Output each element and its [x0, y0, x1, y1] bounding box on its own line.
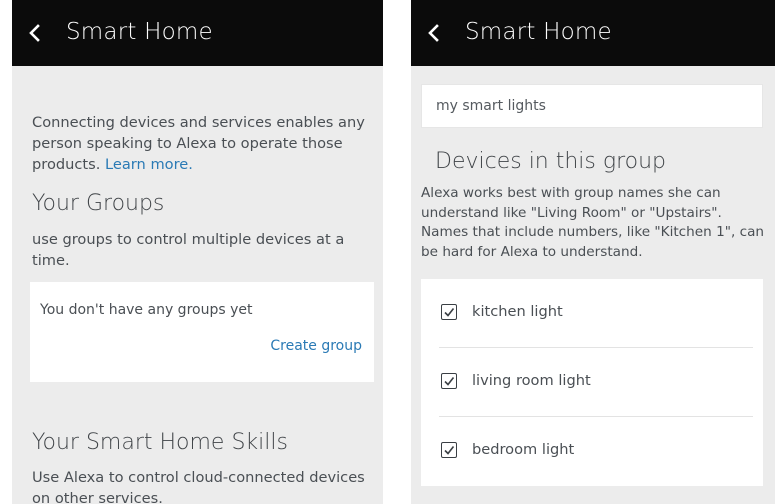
learn-more-link[interactable]: Learn more. [105, 156, 193, 173]
smart-home-screen: Smart Home Connecting devices and servic… [12, 0, 383, 504]
page-title: Smart Home [66, 19, 213, 45]
device-label: living room light [472, 372, 591, 389]
device-row[interactable]: kitchen light [421, 279, 763, 348]
app-bar: Smart Home [411, 0, 775, 66]
back-button[interactable] [18, 13, 56, 53]
devices-description: Alexa works best with group names she ca… [421, 185, 765, 260]
edit-group-screen: Smart Home Devices in this group Alexa w… [411, 0, 775, 504]
device-row[interactable]: bedroom light [421, 417, 763, 486]
device-checkbox[interactable] [441, 373, 457, 389]
skills-description: Use Alexa to control cloud-connected dev… [32, 469, 365, 504]
device-row[interactable]: living room light [421, 348, 763, 417]
intro-text: Connecting devices and services enables … [32, 114, 365, 173]
group-name-input[interactable] [421, 84, 763, 128]
device-label: kitchen light [472, 303, 563, 320]
groups-heading: Your Groups [32, 191, 165, 216]
groups-empty-card: You don't have any groups yet Create gro… [30, 282, 374, 382]
chevron-left-icon [29, 24, 40, 42]
checkmark-icon [444, 377, 455, 386]
create-group-link[interactable]: Create group [270, 338, 362, 354]
app-bar: Smart Home [12, 0, 383, 66]
page-title: Smart Home [465, 19, 612, 45]
checkmark-icon [444, 308, 455, 317]
intro-paragraph: Connecting devices and services enables … [32, 112, 372, 175]
chevron-left-icon [428, 24, 439, 42]
groups-description: use groups to control multiple devices a… [32, 231, 345, 269]
devices-heading: Devices in this group [435, 149, 667, 174]
device-label: bedroom light [472, 441, 575, 458]
device-checkbox[interactable] [441, 304, 457, 320]
device-checkbox[interactable] [441, 442, 457, 458]
checkmark-icon [444, 446, 455, 455]
empty-groups-message: You don't have any groups yet [40, 302, 253, 318]
skills-heading: Your Smart Home Skills [32, 430, 288, 455]
back-button[interactable] [417, 13, 455, 53]
